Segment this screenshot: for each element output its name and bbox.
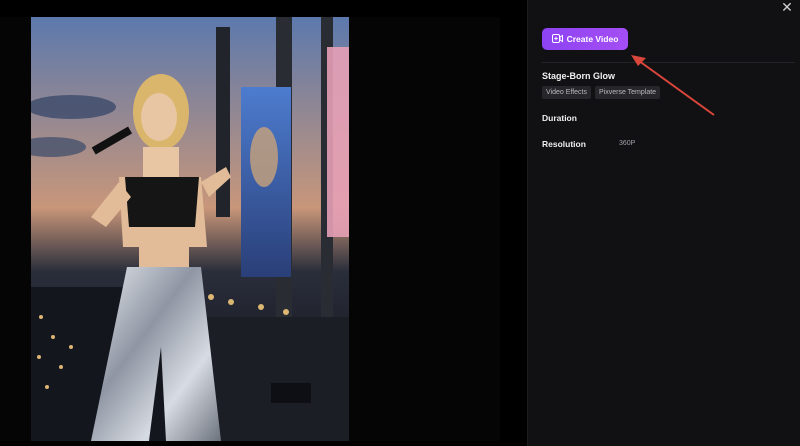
resolution-value: 360P bbox=[619, 140, 636, 147]
resolution-label: Resolution bbox=[542, 139, 586, 149]
video-add-icon bbox=[551, 33, 563, 45]
settings-panel: ✕ Create Video Stage-Born Glow Video Eff… bbox=[527, 0, 800, 446]
concert-scene-image bbox=[31, 17, 349, 441]
divider bbox=[542, 62, 795, 63]
create-video-label: Create Video bbox=[566, 34, 619, 44]
duration-label: Duration bbox=[542, 113, 577, 123]
effect-title: Stage-Born Glow bbox=[542, 71, 616, 81]
tag-video-effects[interactable]: Video Effects bbox=[542, 86, 591, 99]
effect-tags: Video Effects Pixverse Template bbox=[542, 86, 661, 99]
create-video-button[interactable]: Create Video bbox=[542, 28, 628, 50]
close-icon[interactable]: ✕ bbox=[779, 0, 795, 16]
tag-pixverse-template[interactable]: Pixverse Template bbox=[595, 86, 661, 99]
preview-image bbox=[31, 17, 349, 441]
preview-pane bbox=[0, 0, 527, 446]
video-stage bbox=[0, 17, 500, 441]
